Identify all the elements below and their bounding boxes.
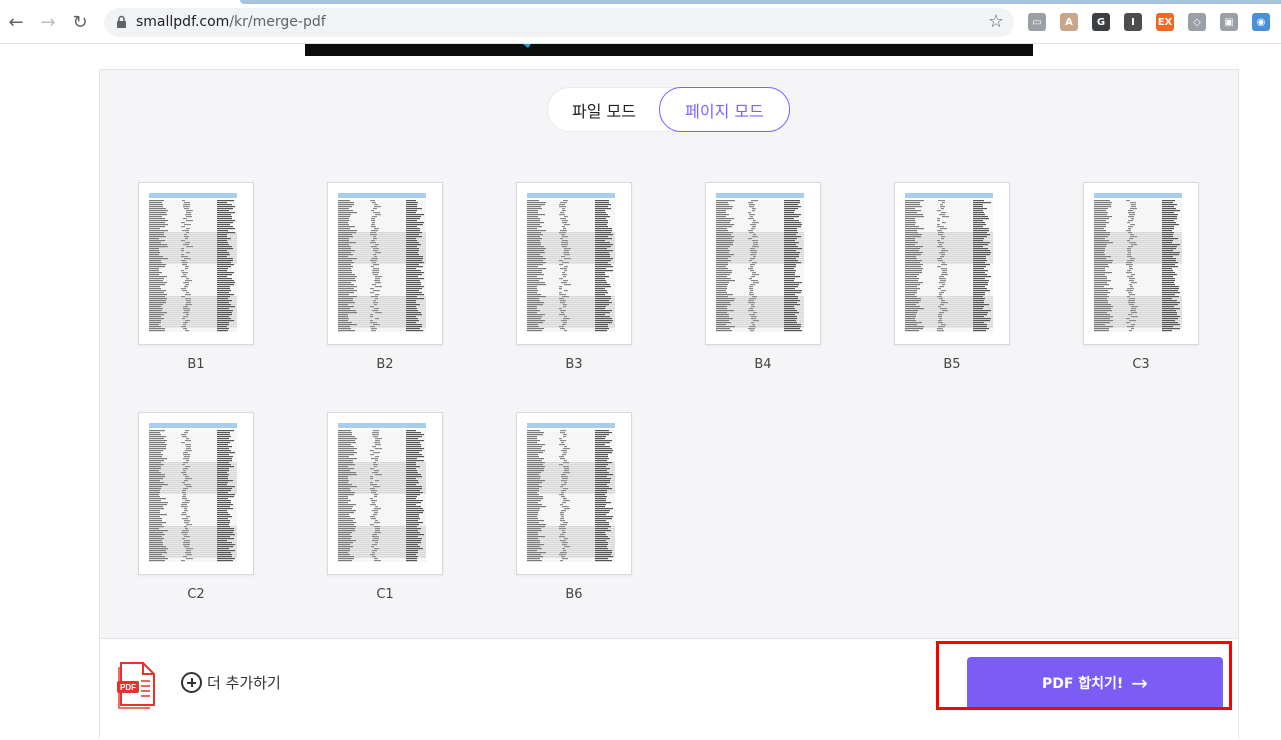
forward-icon[interactable]: →: [36, 10, 60, 34]
page-thumbnail[interactable]: B3: [516, 182, 632, 372]
page-thumbnail[interactable]: C2: [138, 412, 254, 602]
page-preview: [138, 412, 254, 575]
action-footer: PDF 더 추가하기 PDF 합치기! →: [100, 638, 1238, 740]
highlight-box: [936, 641, 1232, 710]
url-host: smallpdf.com: [136, 14, 230, 30]
page-thumbnail[interactable]: B1: [138, 182, 254, 372]
page-preview: [327, 412, 443, 575]
page-thumbnail[interactable]: B6: [516, 412, 632, 602]
ext-shield-icon[interactable]: ◇: [1188, 13, 1206, 31]
ext-acrobat-icon[interactable]: A: [1060, 13, 1078, 31]
video-player-strip: [305, 44, 1033, 56]
page-label: B3: [565, 357, 583, 372]
ext-info-icon[interactable]: I: [1124, 13, 1142, 31]
browser-toolbar: ← → ↻ smallpdf.com/kr/merge-pdf ☆ ▭ A G I EX…: [0, 0, 1281, 44]
bookmark-star-icon[interactable]: ☆: [988, 11, 1004, 32]
page-label: B2: [376, 357, 394, 372]
page-preview: [705, 182, 821, 345]
page-label: C1: [376, 587, 394, 602]
file-mode-button[interactable]: 파일 모드: [548, 88, 660, 131]
tab-strip-edge: [240, 0, 1281, 4]
page-label: B5: [943, 357, 961, 372]
url-text: smallpdf.com/kr/merge-pdf: [136, 14, 326, 30]
page-label: B1: [187, 357, 205, 372]
back-icon[interactable]: ←: [4, 10, 28, 34]
page-thumbnail[interactable]: C1: [327, 412, 443, 602]
page-label: B6: [565, 587, 583, 602]
ext-owl-icon[interactable]: ◉: [1252, 13, 1270, 31]
lock-icon: [117, 15, 126, 28]
page-mode-button[interactable]: 페이지 모드: [659, 87, 790, 132]
ext-slides-icon[interactable]: ▭: [1028, 13, 1046, 31]
add-more-label: 더 추가하기: [207, 674, 281, 692]
ext-cast-icon[interactable]: ▣: [1220, 13, 1238, 31]
ext-grammarly-icon[interactable]: G: [1092, 13, 1110, 31]
pdf-icon-text: PDF: [120, 683, 136, 692]
page-preview: [327, 182, 443, 345]
reload-icon[interactable]: ↻: [68, 10, 92, 34]
mode-toggle: 파일 모드 페이지 모드: [547, 87, 790, 132]
page-preview: [138, 182, 254, 345]
page-preview: [516, 412, 632, 575]
plus-circle-icon: [181, 672, 202, 693]
page-thumbnail[interactable]: C3: [1083, 182, 1199, 372]
add-more-button[interactable]: 더 추가하기: [181, 672, 281, 693]
page-thumbnail[interactable]: B2: [327, 182, 443, 372]
page-label: B4: [754, 357, 772, 372]
page-label: C3: [1132, 357, 1150, 372]
page-preview: [516, 182, 632, 345]
page-thumbnail[interactable]: B5: [894, 182, 1010, 372]
page-label: C2: [187, 587, 205, 602]
page-preview: [1083, 182, 1199, 345]
pdf-file-icon: PDF: [117, 662, 155, 709]
url-path: /kr/merge-pdf: [229, 14, 326, 30]
ext-ex-icon[interactable]: EX: [1156, 13, 1174, 31]
merge-panel: 파일 모드 페이지 모드 B1 B2 B3 B4 B5 C3 C2 C1 B6 PDF 더 추가…: [99, 69, 1239, 740]
address-bar[interactable]: smallpdf.com/kr/merge-pdf ☆: [104, 8, 1014, 37]
page-thumbnail[interactable]: B4: [705, 182, 821, 372]
page-preview: [894, 182, 1010, 345]
